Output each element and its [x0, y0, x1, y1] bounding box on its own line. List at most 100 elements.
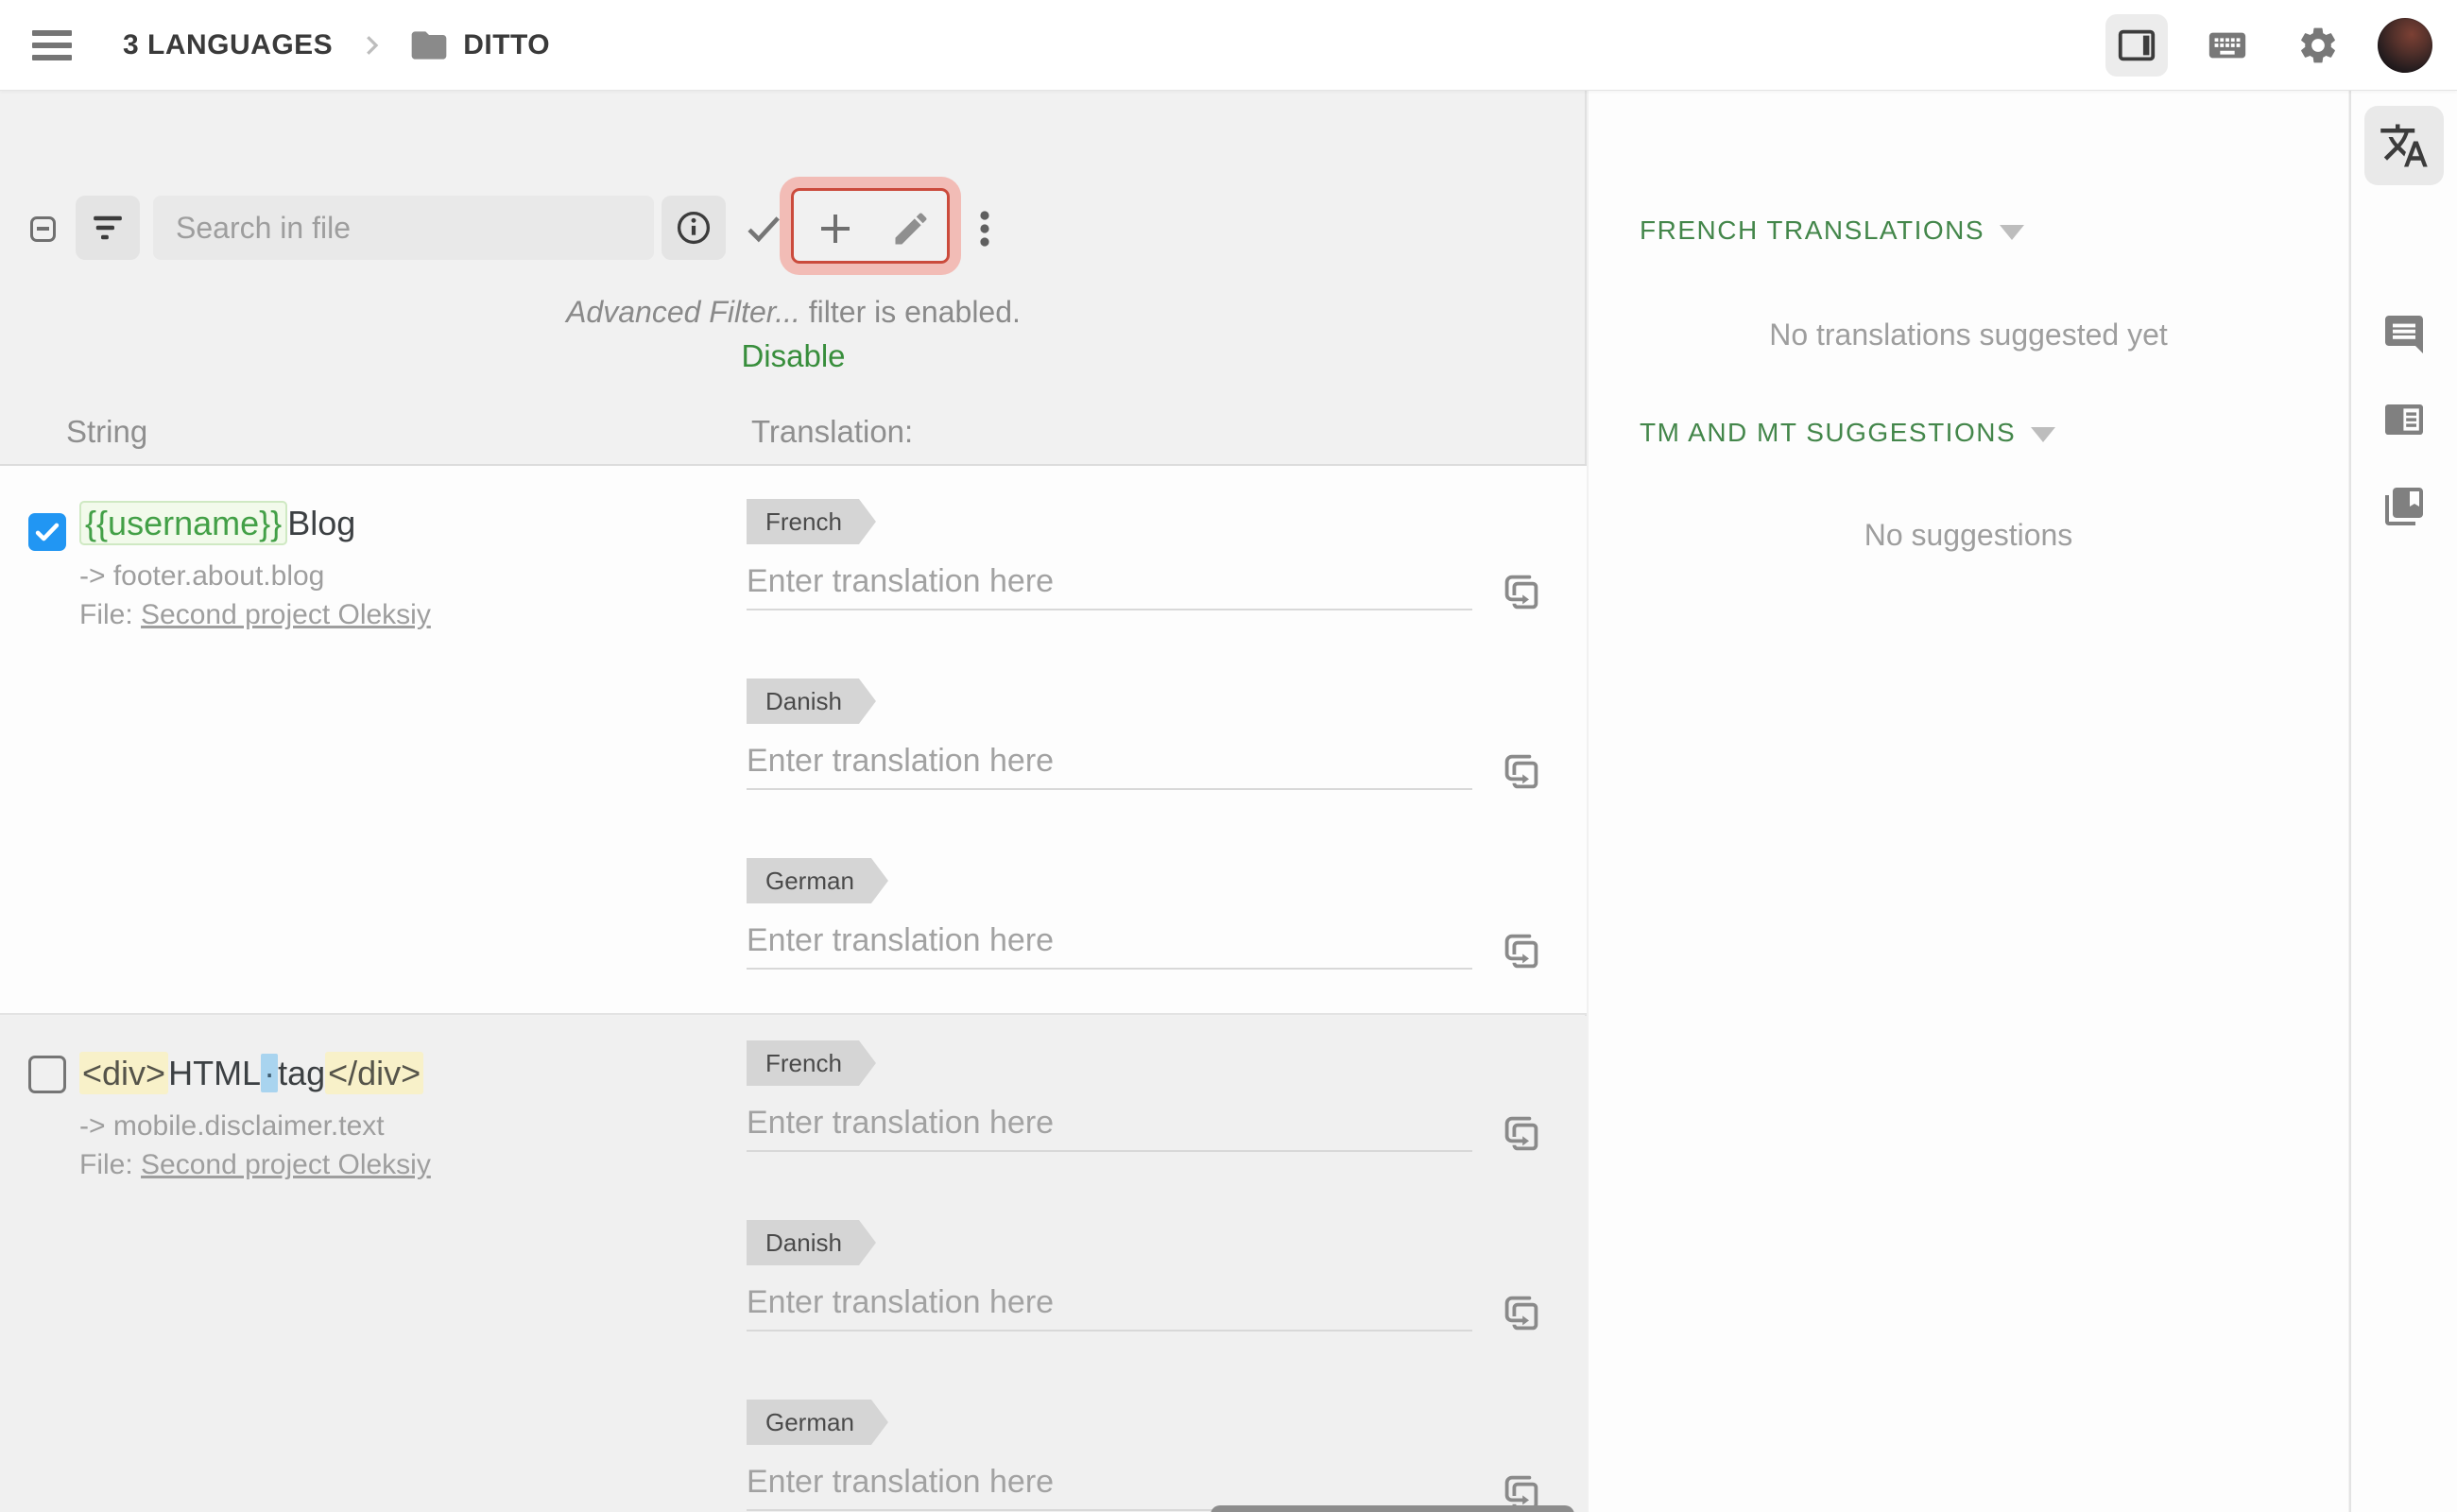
copy-source-button[interactable] — [1499, 928, 1544, 973]
filter-list-icon — [94, 215, 122, 240]
section-title: TM AND MT SUGGESTIONS — [1640, 418, 2017, 447]
suggestions-panel: FRENCH TRANSLATIONS No translations sugg… — [1589, 91, 2348, 1512]
translation-block-danish: Danish — [747, 679, 1565, 839]
edit-string-button[interactable] — [890, 208, 932, 249]
top-bar: 3 LANGUAGES DITTO — [0, 0, 2457, 91]
translation-block-german: German — [747, 1400, 1565, 1512]
string-key: -> footer.about.blog — [79, 560, 325, 592]
language-tag: French — [747, 499, 876, 544]
pencil-icon — [895, 213, 927, 245]
language-tag: German — [747, 1400, 888, 1445]
file-label: File: — [79, 599, 133, 630]
more-options-button[interactable] — [962, 202, 1007, 255]
section-title: FRENCH TRANSLATIONS — [1640, 215, 1985, 245]
row-checkbox-unchecked[interactable] — [28, 1056, 66, 1093]
topbar-actions — [2105, 13, 2457, 77]
collections-tab-button[interactable] — [2381, 484, 2427, 529]
disable-filter-link[interactable]: Disable — [0, 338, 1587, 374]
string-text: Blog — [287, 504, 356, 542]
string-value: {{username}} Blog — [79, 501, 356, 545]
menu-icon[interactable] — [32, 24, 76, 67]
copy-source-button[interactable] — [1499, 1290, 1544, 1335]
info-button[interactable] — [662, 196, 726, 260]
copy-arrow-icon — [1504, 934, 1538, 969]
translation-input[interactable] — [747, 1095, 1472, 1152]
string-pager: 2 STRINGS — [1211, 1505, 1574, 1512]
string-text: tag — [278, 1054, 326, 1092]
side-panel-icon — [2118, 29, 2156, 60]
string-file: File: Second project Oleksiy — [79, 599, 431, 631]
string-row: {{username}} Blog -> footer.about.blog Fi… — [0, 466, 1587, 1015]
section-header-tm-mt-suggestions[interactable]: TM AND MT SUGGESTIONS — [1640, 418, 2056, 448]
folder-icon — [411, 30, 447, 60]
copy-arrow-icon — [1504, 754, 1538, 789]
translation-input[interactable] — [747, 1275, 1472, 1332]
string-file: File: Second project Oleksiy — [79, 1149, 431, 1181]
translation-block-german: German — [747, 858, 1565, 1019]
language-tag: Danish — [747, 679, 876, 724]
string-key: -> mobile.disclaimer.text — [79, 1110, 385, 1142]
file-link[interactable]: Second project Oleksiy — [141, 599, 431, 630]
html-close-tag: </div> — [325, 1052, 424, 1094]
string-row: <div>HTML·tag</div> -> mobile.disclaimer… — [0, 1016, 1587, 1512]
collections-bookmark-icon — [2385, 488, 2423, 525]
breadcrumb-current-folder[interactable]: DITTO — [463, 29, 550, 61]
settings-button[interactable] — [2287, 14, 2349, 77]
comments-tab-button[interactable] — [2381, 312, 2427, 357]
check-icon — [747, 216, 780, 243]
language-tag: French — [747, 1040, 876, 1086]
gear-icon — [2301, 27, 2335, 62]
language-tag: German — [747, 858, 888, 903]
comment-icon — [2385, 316, 2423, 353]
chevron-down-icon — [2000, 224, 2025, 240]
copy-arrow-icon — [1504, 1116, 1538, 1151]
file-link[interactable]: Second project Oleksiy — [141, 1149, 431, 1180]
string-value: <div>HTML·tag</div> — [79, 1052, 424, 1094]
translation-block-danish: Danish — [747, 1220, 1565, 1381]
reader-mode-tab-button[interactable] — [2381, 397, 2427, 442]
translation-input[interactable] — [747, 1454, 1472, 1511]
plus-icon — [821, 215, 850, 243]
translation-input[interactable] — [747, 733, 1472, 790]
chevron-right-icon — [367, 35, 379, 55]
chevron-down-icon — [2031, 426, 2056, 442]
translation-input[interactable] — [747, 554, 1472, 610]
toggle-side-panel-button[interactable] — [2105, 13, 2168, 77]
filter-button[interactable] — [76, 196, 140, 260]
kebab-menu-icon — [980, 211, 989, 247]
keyboard-shortcuts-button[interactable] — [2196, 14, 2259, 77]
column-header-translation: Translation: — [751, 414, 914, 449]
copy-source-button[interactable] — [1499, 1110, 1544, 1156]
right-icon-rail — [2349, 91, 2457, 1512]
html-open-tag: <div> — [79, 1052, 169, 1094]
add-string-button[interactable] — [813, 206, 858, 251]
user-avatar[interactable] — [2378, 17, 2432, 73]
empty-state-message: No translations suggested yet — [1769, 318, 2168, 352]
translation-block-french: French — [747, 1040, 1565, 1201]
string-list-panel: Advanced Filter... filter is enabled. Di… — [0, 91, 1587, 1512]
copy-arrow-icon — [1504, 575, 1538, 610]
empty-state-message: No suggestions — [1864, 518, 2073, 552]
copy-source-button[interactable] — [1499, 569, 1544, 614]
file-label: File: — [79, 1149, 133, 1180]
placeholder-variable: {{username}} — [79, 501, 288, 545]
filter-name: Advanced Filter... — [566, 295, 800, 329]
string-text: HTML — [168, 1054, 262, 1092]
filter-suffix: filter is enabled. — [799, 295, 1021, 329]
copy-source-button[interactable] — [1499, 748, 1544, 794]
translate-icon — [2380, 124, 2428, 167]
approve-button[interactable] — [741, 206, 786, 251]
search-box — [153, 196, 654, 260]
select-all-checkbox[interactable] — [30, 216, 56, 242]
reader-mode-icon — [2385, 404, 2423, 435]
breadcrumb-languages[interactable]: 3 LANGUAGES — [123, 29, 333, 61]
section-header-french-translations[interactable]: FRENCH TRANSLATIONS — [1640, 215, 2025, 246]
translation-input[interactable] — [747, 913, 1472, 970]
language-tag: Danish — [747, 1220, 876, 1265]
checkmark-icon — [35, 523, 60, 541]
info-icon — [677, 211, 711, 245]
translations-tab-button[interactable] — [2364, 106, 2444, 185]
search-input[interactable] — [153, 196, 654, 260]
filter-status-text: Advanced Filter... filter is enabled. — [0, 295, 1587, 330]
row-checkbox-checked[interactable] — [28, 513, 66, 551]
